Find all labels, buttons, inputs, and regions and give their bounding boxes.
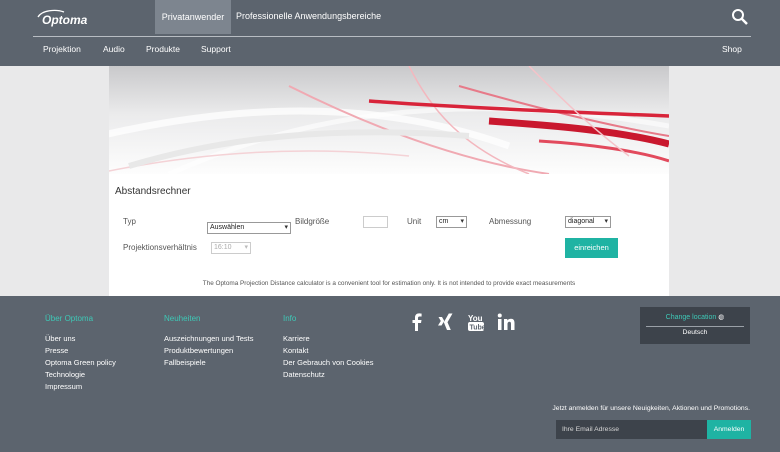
tab-privatanwender[interactable]: Privatanwender — [155, 0, 231, 34]
nav-projektion[interactable]: Projektion — [43, 44, 81, 54]
chevron-down-icon: ▾ — [460, 218, 464, 225]
location-divider — [646, 326, 744, 327]
footer-link[interactable]: Karriere — [283, 333, 310, 345]
abmessung-select[interactable]: diagonal ▾ — [565, 216, 611, 228]
optoma-logo[interactable]: Optoma — [36, 9, 98, 27]
change-location-link[interactable]: Change location ◍ — [640, 313, 750, 321]
linkedin-icon[interactable] — [496, 312, 516, 332]
language-label: Deutsch — [682, 329, 708, 336]
submit-button[interactable]: einreichen — [565, 238, 618, 258]
footer-heading-ueber: Über Optoma — [45, 314, 94, 323]
footer-link[interactable]: Der Gebrauch von Cookies — [283, 357, 373, 369]
unit-select-value: cm — [439, 218, 449, 225]
nav-support[interactable]: Support — [201, 44, 231, 54]
footer-link[interactable]: Über uns — [45, 333, 75, 345]
typ-select[interactable]: Auswählen ▾ — [207, 222, 291, 234]
nav-shop[interactable]: Shop — [722, 44, 742, 54]
abmessung-select-value: diagonal — [568, 218, 595, 225]
bildgroesse-input[interactable] — [363, 216, 388, 228]
typ-label: Typ — [123, 217, 136, 226]
ratio-select-value: 16:10 — [214, 244, 232, 251]
youtube-icon[interactable]: You Tube — [466, 312, 486, 332]
footer-link[interactable]: Auszeichnungen und Tests — [164, 333, 254, 345]
hero-banner — [109, 66, 669, 174]
chevron-down-icon: ▾ — [284, 224, 288, 231]
footer-link[interactable]: Presse — [45, 345, 68, 357]
facebook-icon[interactable] — [407, 312, 427, 332]
svg-text:Tube: Tube — [470, 325, 486, 332]
site-footer: Über Optoma Über uns Presse Optoma Green… — [0, 296, 780, 452]
globe-icon: ◍ — [718, 314, 725, 321]
nav-audio[interactable]: Audio — [103, 44, 125, 54]
abmessung-label: Abmessung — [489, 217, 532, 226]
footer-link[interactable]: Produktbewertungen — [164, 345, 233, 357]
svg-text:Optoma: Optoma — [42, 13, 88, 27]
nav-produkte[interactable]: Produkte — [146, 44, 180, 54]
tab-professionelle[interactable]: Professionelle Anwendungsbereiche — [236, 0, 381, 34]
chevron-down-icon: ▾ — [604, 218, 608, 225]
disclaimer-note: The Optoma Projection Distance calculato… — [202, 280, 576, 287]
footer-heading-neuheiten: Neuheiten — [164, 314, 201, 323]
calculator-title: Abstandsrechner — [115, 186, 191, 197]
footer-link[interactable]: Fallbeispiele — [164, 357, 206, 369]
ratio-select[interactable]: 16:10 ▾ — [211, 242, 251, 254]
site-header: Optoma Privatanwender Professionelle Anw… — [0, 0, 780, 66]
email-input[interactable]: Ihre Email Adresse — [556, 420, 707, 439]
calculator-panel: Abstandsrechner Typ Auswählen ▾ Bildgröße… — [109, 66, 669, 296]
header-divider — [33, 36, 751, 37]
search-icon[interactable] — [731, 8, 749, 26]
footer-heading-info: Info — [283, 314, 297, 323]
footer-link[interactable]: Kontakt — [283, 345, 308, 357]
xing-icon[interactable] — [436, 312, 456, 332]
footer-link[interactable]: Datenschutz — [283, 369, 325, 381]
unit-select[interactable]: cm ▾ — [436, 216, 467, 228]
footer-link[interactable]: Optoma Green policy — [45, 357, 116, 369]
footer-link[interactable]: Impressum — [45, 381, 82, 393]
location-box: Change location ◍ Deutsch — [640, 307, 750, 344]
bildgroesse-label: Bildgröße — [295, 217, 330, 226]
svg-text:You: You — [468, 314, 483, 323]
ratio-label: Projektionsverhältnis — [123, 243, 197, 252]
footer-link[interactable]: Technologie — [45, 369, 85, 381]
change-location-label: Change location — [665, 314, 717, 321]
signup-button[interactable]: Anmelden — [707, 420, 751, 439]
newsletter-text: Jetzt anmelden für unsere Neuigkeiten, A… — [552, 405, 750, 412]
typ-select-value: Auswählen — [210, 224, 245, 231]
unit-label: Unit — [407, 217, 422, 226]
chevron-down-icon: ▾ — [244, 244, 248, 251]
